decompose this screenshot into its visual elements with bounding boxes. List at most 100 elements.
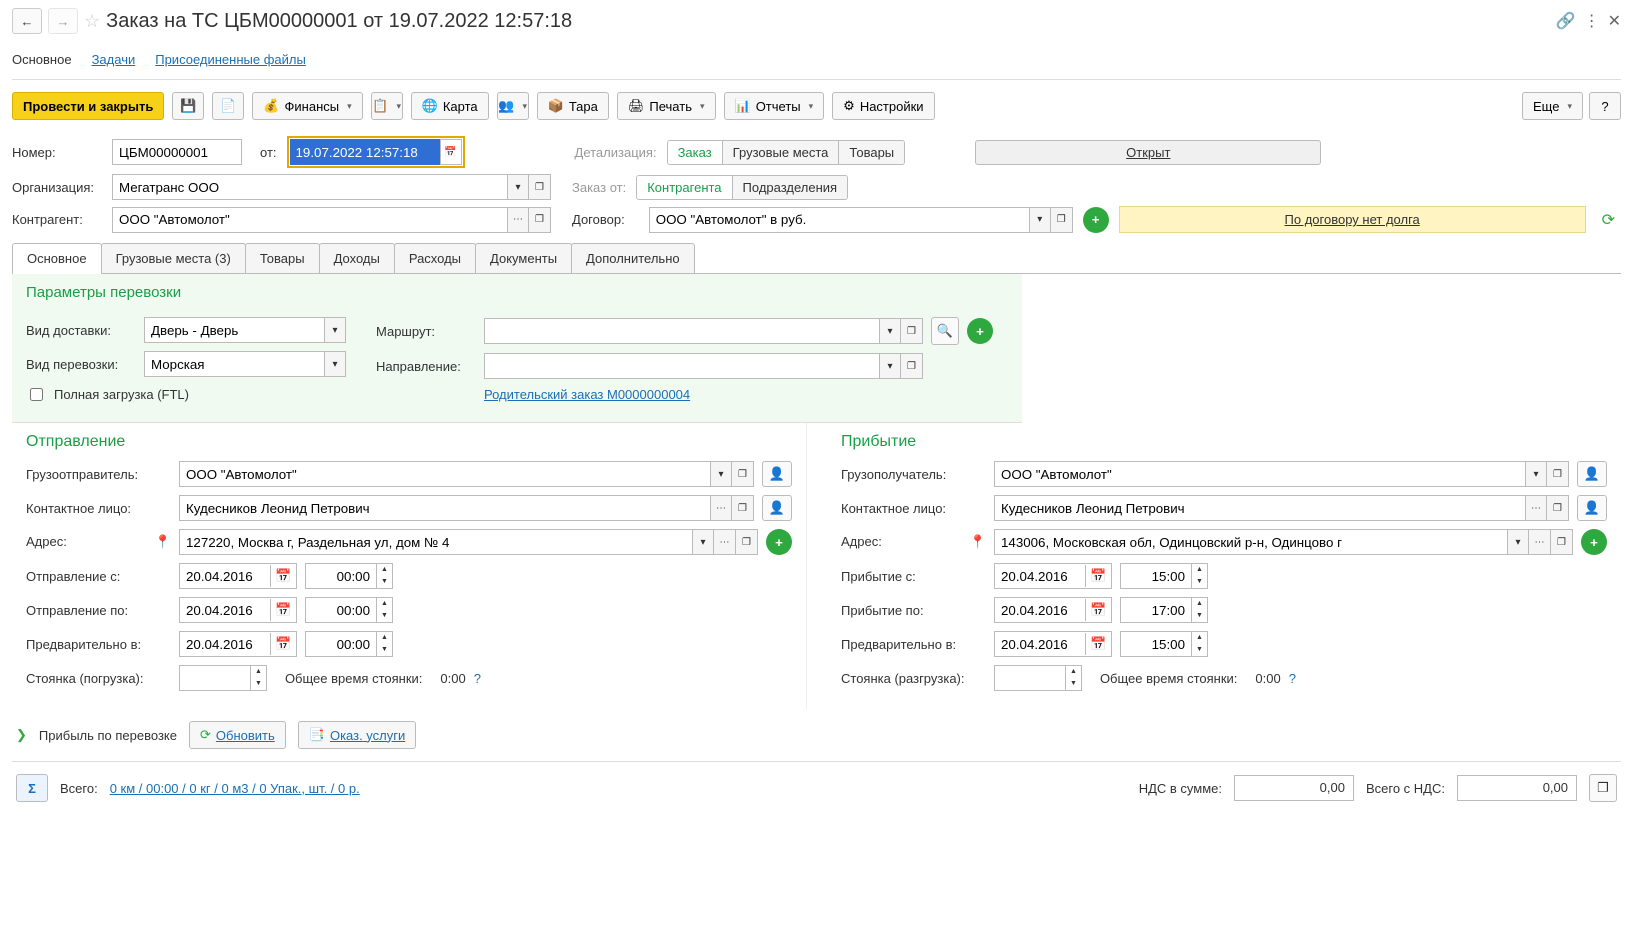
arr-address-add-button[interactable]: +: [1581, 529, 1607, 555]
arr-address-open-icon[interactable]: ❐: [1551, 529, 1573, 555]
date-field[interactable]: [290, 139, 440, 165]
tab-tasks[interactable]: Задачи: [92, 52, 136, 67]
expand-icon[interactable]: ❯: [16, 727, 27, 743]
spin-up-icon[interactable]: ▲: [377, 632, 392, 644]
mtab-income[interactable]: Доходы: [319, 243, 395, 273]
print-button[interactable]: 🖨Печать: [617, 92, 716, 120]
expand-totals-button[interactable]: ❐: [1589, 774, 1617, 802]
mtab-extra[interactable]: Дополнительно: [571, 243, 695, 273]
mtab-docs[interactable]: Документы: [475, 243, 572, 273]
save-button[interactable]: 💾: [172, 92, 204, 120]
direction-dd-icon[interactable]: ▾: [879, 353, 901, 379]
spin-down-icon[interactable]: ▼: [377, 644, 392, 656]
dep-from-time-input[interactable]: [306, 564, 376, 588]
org-open-icon[interactable]: ❐: [529, 174, 551, 200]
direction-field[interactable]: [484, 353, 879, 379]
people-button[interactable]: 👥: [497, 92, 529, 120]
dep-address-select-icon[interactable]: ⋯: [714, 529, 736, 555]
spin-down-icon[interactable]: ▼: [377, 610, 392, 622]
org-dropdown-icon[interactable]: ▾: [507, 174, 529, 200]
spin-down-icon[interactable]: ▼: [251, 678, 266, 690]
delivery-type-dd-icon[interactable]: ▾: [324, 317, 346, 343]
help-button[interactable]: ?: [1589, 92, 1621, 120]
dep-contact-field[interactable]: [179, 495, 710, 521]
calendar-icon[interactable]: 📅: [270, 599, 296, 621]
ftl-checkbox[interactable]: [30, 388, 43, 401]
arr-from-time-input[interactable]: [1121, 564, 1191, 588]
arr-address-field[interactable]: [994, 529, 1507, 555]
transport-type-dd-icon[interactable]: ▾: [324, 351, 346, 377]
spin-down-icon[interactable]: ▼: [377, 576, 392, 588]
delivery-type-field[interactable]: [144, 317, 324, 343]
calendar-icon[interactable]: 📅: [270, 633, 296, 655]
tab-files[interactable]: Присоединенные файлы: [155, 52, 306, 67]
spin-down-icon[interactable]: ▼: [1192, 644, 1207, 656]
spin-up-icon[interactable]: ▲: [1192, 632, 1207, 644]
execute-close-button[interactable]: Провести и закрыть: [12, 92, 164, 120]
dep-address-field[interactable]: [179, 529, 692, 555]
close-icon[interactable]: ✕: [1608, 11, 1621, 31]
arr-prelim-time-input[interactable]: [1121, 632, 1191, 656]
arr-to-time-input[interactable]: [1121, 598, 1191, 622]
spin-up-icon[interactable]: ▲: [377, 564, 392, 576]
sigma-button[interactable]: Σ: [16, 774, 48, 802]
route-open-icon[interactable]: ❐: [901, 318, 923, 344]
spin-down-icon[interactable]: ▼: [1192, 576, 1207, 588]
contract-open-icon[interactable]: ❐: [1051, 207, 1073, 233]
arr-contact-open-icon[interactable]: ❐: [1547, 495, 1569, 521]
mtab-main[interactable]: Основное: [12, 243, 102, 273]
dep-address-open-icon[interactable]: ❐: [736, 529, 758, 555]
help-icon[interactable]: ?: [1289, 671, 1296, 686]
route-search-button[interactable]: 🔍: [931, 317, 959, 345]
dep-contact-open-icon[interactable]: ❐: [732, 495, 754, 521]
receiver-open-icon[interactable]: ❐: [1547, 461, 1569, 487]
arr-to-date-input[interactable]: [995, 598, 1085, 622]
transport-type-field[interactable]: [144, 351, 324, 377]
forward-button[interactable]: →: [48, 8, 78, 34]
map-button[interactable]: 🌐Карта: [411, 92, 489, 120]
arr-contact-select-icon[interactable]: ⋯: [1525, 495, 1547, 521]
create-based-button[interactable]: 📋: [371, 92, 403, 120]
dep-park-input[interactable]: [180, 666, 250, 690]
favorite-icon[interactable]: ☆: [84, 11, 100, 32]
calendar-icon[interactable]: 📅: [270, 565, 296, 587]
add-contract-button[interactable]: +: [1083, 207, 1109, 233]
tara-button[interactable]: 📦Тара: [537, 92, 609, 120]
calendar-icon[interactable]: 📅: [1085, 633, 1111, 655]
more-button[interactable]: Еще: [1522, 92, 1583, 120]
detail-order[interactable]: Заказ: [668, 141, 723, 164]
calendar-icon[interactable]: 📅: [440, 139, 462, 165]
parent-order-link[interactable]: Родительский заказ М0000000004: [484, 387, 690, 402]
number-field[interactable]: [112, 139, 242, 165]
arr-contact-field[interactable]: [994, 495, 1525, 521]
sender-field[interactable]: [179, 461, 710, 487]
arr-from-date-input[interactable]: [995, 564, 1085, 588]
mtab-goods[interactable]: Товары: [245, 243, 320, 273]
finance-button[interactable]: 💰Финансы: [252, 92, 362, 120]
arr-prelim-date-input[interactable]: [995, 632, 1085, 656]
spin-down-icon[interactable]: ▼: [1066, 678, 1081, 690]
spin-up-icon[interactable]: ▲: [1192, 564, 1207, 576]
menu-icon[interactable]: ⋮: [1584, 11, 1600, 31]
contr-open-icon[interactable]: ❐: [529, 207, 551, 233]
spin-up-icon[interactable]: ▲: [1192, 598, 1207, 610]
spin-up-icon[interactable]: ▲: [251, 666, 266, 678]
calendar-icon[interactable]: 📅: [1085, 599, 1111, 621]
direction-open-icon[interactable]: ❐: [901, 353, 923, 379]
route-field[interactable]: [484, 318, 879, 344]
dep-address-dd-icon[interactable]: ▾: [692, 529, 714, 555]
detail-goods[interactable]: Товары: [839, 141, 904, 164]
from-contragent[interactable]: Контрагента: [637, 176, 732, 199]
refresh-debt-icon[interactable]: ⟳: [1596, 210, 1621, 230]
add-route-button[interactable]: +: [967, 318, 993, 344]
settings-button[interactable]: ⚙Настройки: [832, 92, 934, 120]
dep-contact-person-button[interactable]: 👤: [762, 495, 792, 521]
dep-to-time-input[interactable]: [306, 598, 376, 622]
mtab-expense[interactable]: Расходы: [394, 243, 476, 273]
link-icon[interactable]: 🔗: [1556, 11, 1576, 31]
dep-prelim-time-input[interactable]: [306, 632, 376, 656]
receiver-person-button[interactable]: 👤: [1577, 461, 1607, 487]
arr-address-dd-icon[interactable]: ▾: [1507, 529, 1529, 555]
services-button[interactable]: 📑Оказ. услуги: [298, 721, 416, 749]
arr-park-input[interactable]: [995, 666, 1065, 690]
